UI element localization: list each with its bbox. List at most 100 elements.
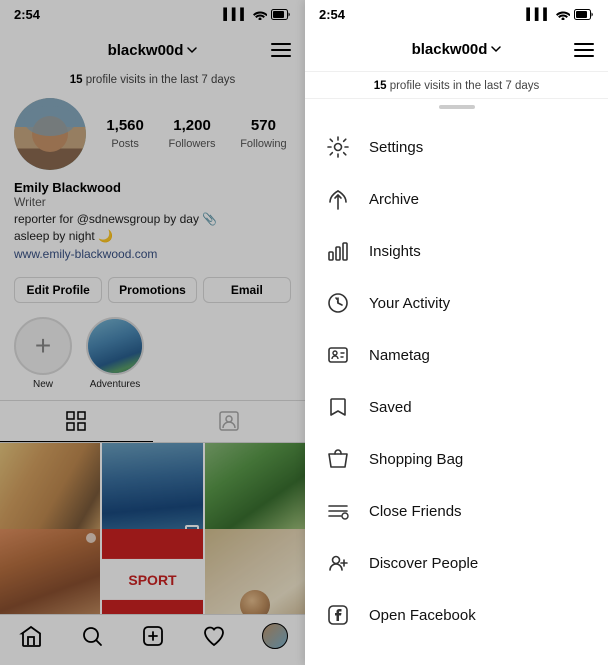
close-friends-icon [325, 498, 351, 524]
settings-label: Settings [369, 139, 423, 156]
nav-home[interactable] [0, 623, 61, 649]
menu-item-shopping[interactable]: Shopping Bag [305, 433, 608, 485]
archive-icon [325, 186, 351, 212]
story-adventures-label: Adventures [90, 379, 141, 390]
bio-name: Emily Blackwood [14, 180, 291, 195]
insights-icon [325, 238, 351, 264]
promotions-button[interactable]: Promotions [108, 277, 196, 303]
right-wifi-icon [556, 8, 570, 20]
create-icon [141, 624, 165, 648]
menu-item-insights[interactable]: Insights [305, 225, 608, 277]
menu-item-discover[interactable]: Discover People [305, 537, 608, 589]
following-count: 570 [240, 117, 286, 134]
menu-item-nametag[interactable]: Nametag [305, 329, 608, 381]
posts-stat[interactable]: 1,560 Posts [106, 117, 144, 152]
action-buttons: Edit Profile Promotions Email [0, 271, 305, 313]
activity-label: Your Activity [369, 295, 450, 312]
search-icon [80, 624, 104, 648]
avatar[interactable] [14, 98, 86, 170]
insights-label: Insights [369, 243, 421, 260]
right-username-text: blackw00d [412, 41, 488, 58]
right-profile-visits: 15 profile visits in the last 7 days [305, 72, 608, 99]
email-button[interactable]: Email [203, 277, 291, 303]
saved-icon [325, 394, 351, 420]
tab-tagged[interactable] [153, 401, 306, 442]
followers-label: Followers [168, 138, 215, 150]
bio-link[interactable]: www.emily-blackwood.com [14, 247, 291, 261]
right-visits-text: profile visits in the last 7 days [390, 80, 540, 92]
menu-item-activity[interactable]: Your Activity [305, 277, 608, 329]
edit-profile-button[interactable]: Edit Profile [14, 277, 102, 303]
right-visits-count: 15 [374, 80, 387, 92]
right-battery-icon [574, 9, 594, 20]
nav-search[interactable] [61, 623, 122, 649]
grid-cell-3[interactable] [205, 443, 305, 543]
nav-likes[interactable] [183, 623, 244, 649]
status-icons: ▍▍▍ [224, 8, 291, 21]
tab-grid[interactable] [0, 401, 153, 442]
right-chevron-icon [491, 46, 501, 53]
grid-cell-1[interactable] [0, 443, 100, 543]
hamburger-button[interactable] [271, 43, 291, 57]
profile-panel: 2:54 ▍▍▍ blackw00d [0, 0, 305, 665]
menu-item-settings[interactable]: Settings [305, 121, 608, 173]
discover-icon [325, 550, 351, 576]
bio-role: Writer [14, 195, 291, 209]
story-adventures[interactable]: Adventures [86, 317, 144, 390]
menu-item-saved[interactable]: Saved [305, 381, 608, 433]
menu-item-facebook[interactable]: Open Facebook [305, 589, 608, 641]
right-username-dropdown[interactable]: blackw00d [412, 41, 502, 58]
following-stat[interactable]: 570 Following [240, 117, 286, 152]
followers-count: 1,200 [168, 117, 215, 134]
grid-cell-2[interactable] [102, 443, 202, 543]
signal-icon: ▍▍▍ [224, 8, 249, 21]
photo-grid: SPORT [0, 443, 305, 614]
username-dropdown[interactable]: blackw00d [108, 42, 198, 59]
top-nav: blackw00d [0, 28, 305, 72]
grid-cell-6[interactable] [205, 529, 305, 614]
facebook-label: Open Facebook [369, 607, 476, 624]
shopping-label: Shopping Bag [369, 451, 463, 468]
stories-row: + New Adventures [0, 313, 305, 400]
settings-icon [325, 134, 351, 160]
person-tag-icon [219, 411, 239, 431]
visits-text: profile visits in the last 7 days [86, 74, 236, 86]
home-icon [19, 624, 43, 648]
nametag-icon [325, 342, 351, 368]
discover-label: Discover People [369, 555, 478, 572]
profile-visits: 15 profile visits in the last 7 days [0, 72, 305, 94]
stats-row: 1,560 Posts 1,200 Followers 570 Followin… [102, 117, 291, 152]
heart-icon [202, 624, 226, 648]
grid-tabs [0, 400, 305, 443]
status-bar: 2:54 ▍▍▍ [0, 0, 305, 28]
menu-item-archive[interactable]: Archive [305, 173, 608, 225]
right-status-bar: 2:54 ▍▍▍ [305, 0, 608, 28]
menu-item-close-friends[interactable]: Close Friends [305, 485, 608, 537]
story-adventures-circle [86, 317, 144, 375]
profile-avatar-icon [262, 623, 288, 649]
profile-section: 1,560 Posts 1,200 Followers 570 Followin… [0, 94, 305, 180]
right-status-icons: ▍▍▍ [527, 8, 594, 21]
username-text: blackw00d [108, 42, 184, 59]
status-time: 2:54 [14, 7, 40, 22]
saved-label: Saved [369, 399, 412, 416]
grid-icon [66, 411, 86, 431]
bio-text: reporter for @sdnewsgroup by day 📎 aslee… [14, 211, 291, 245]
right-hamburger-button[interactable] [574, 43, 594, 57]
grid-cell-4[interactable] [0, 529, 100, 614]
nav-create[interactable] [122, 623, 183, 649]
story-new[interactable]: + New [14, 317, 72, 390]
nametag-label: Nametag [369, 347, 430, 364]
followers-stat[interactable]: 1,200 Followers [168, 117, 215, 152]
grid-cell-5[interactable]: SPORT [102, 529, 202, 614]
visits-count: 15 [70, 74, 83, 86]
right-top-nav: blackw00d [305, 28, 608, 72]
drag-handle[interactable] [439, 105, 475, 109]
story-new-label: New [33, 379, 53, 390]
posts-label: Posts [111, 138, 139, 150]
right-signal-icon: ▍▍▍ [527, 8, 552, 21]
nav-profile[interactable] [244, 623, 305, 649]
slide-menu: 2:54 ▍▍▍ blackw00d [305, 0, 608, 665]
right-status-time: 2:54 [319, 7, 345, 22]
chevron-down-icon [187, 47, 197, 54]
